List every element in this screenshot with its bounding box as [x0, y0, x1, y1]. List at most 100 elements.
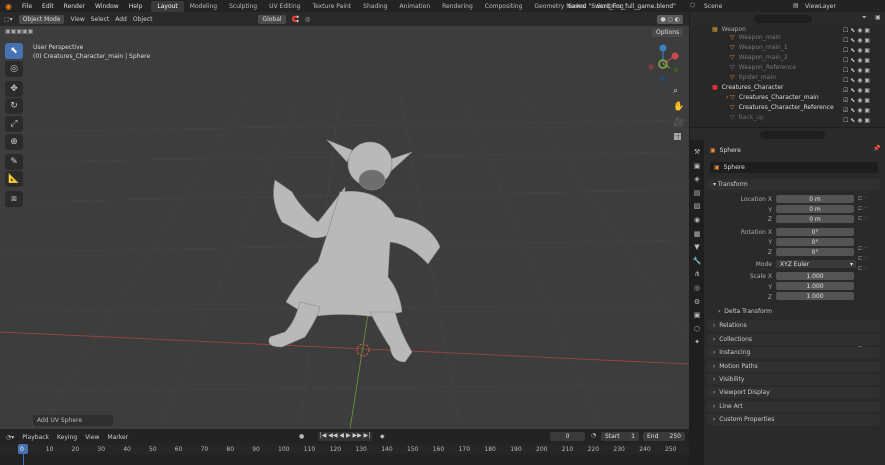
tab-shading[interactable]: Shading: [357, 1, 393, 12]
camera-icon[interactable]: 🎥: [673, 118, 684, 128]
transform-panel-header[interactable]: ▾ Transform: [707, 179, 880, 190]
menu-object[interactable]: Object: [133, 16, 153, 23]
scale-tool-icon[interactable]: ⤢: [5, 116, 23, 132]
frame-tick-label: 240: [639, 446, 651, 453]
motion-paths-panel-header[interactable]: › Motion Paths: [707, 361, 880, 372]
move-tool-icon[interactable]: ✥: [5, 81, 23, 97]
pin-icon[interactable]: 📌: [873, 145, 880, 152]
scene-name[interactable]: Scene: [704, 3, 722, 10]
menu-render[interactable]: Render: [59, 3, 90, 10]
visibility-panel-header[interactable]: › Visibility: [707, 374, 880, 385]
snap-icon[interactable]: 🧲: [292, 16, 299, 23]
menu-edit[interactable]: Edit: [37, 3, 59, 10]
timeline-view-menu[interactable]: View: [85, 434, 99, 441]
measure-tool-icon[interactable]: 📐: [5, 171, 23, 187]
properties-search-input[interactable]: [760, 131, 825, 139]
keying-menu[interactable]: Keying: [57, 434, 77, 441]
new-collection-icon[interactable]: ▣: [875, 14, 881, 21]
location-x-field[interactable]: 0 m: [776, 195, 854, 203]
scale-y-field[interactable]: 1.000: [776, 282, 854, 290]
visibility-eye-icon[interactable]: ☐ ⬉ ◉ ▣ ☐ ⬉ ◉ ▣ ☐ ⬉ ◉ ▣ ☐ ⬉ ◉ ▣ ☐ ⬉ ◉ ▣ …: [843, 26, 870, 126]
rotation-x-field[interactable]: 0°: [776, 228, 854, 236]
location-z-field[interactable]: 0 m: [776, 215, 854, 223]
custom-properties-panel-header[interactable]: › Custom Properties: [707, 414, 880, 425]
tab-modeling[interactable]: Modeling: [184, 1, 223, 12]
rotation-z-field[interactable]: 0°: [776, 248, 854, 256]
tab-sculpting[interactable]: Sculpting: [223, 1, 263, 12]
navigation-gizmo: [648, 44, 679, 82]
blender-logo-icon[interactable]: ◉: [5, 2, 12, 11]
transform-orientation-select[interactable]: Global: [258, 14, 286, 24]
annotate-tool-icon[interactable]: ✎: [5, 154, 23, 170]
collections-panel-header[interactable]: › Collections: [707, 334, 880, 345]
proportional-edit-icon[interactable]: ◎: [305, 16, 310, 23]
start-frame-field[interactable]: Start 1: [601, 432, 639, 441]
menu-help[interactable]: Help: [124, 3, 148, 10]
mode-select[interactable]: Object Mode: [18, 14, 65, 24]
scale-x-field[interactable]: 1.000: [776, 272, 854, 280]
frame-tick-label: 40: [123, 446, 131, 453]
menu-view[interactable]: View: [70, 16, 84, 23]
select-mode-buttons[interactable]: ▣▣▣▣▣: [5, 28, 33, 35]
frame-ticks: 0 10 20 30 40 50 60 70 80 90 100 110 120 130 140 150 160…: [0, 445, 689, 454]
rotation-y-field[interactable]: 0°: [776, 238, 854, 246]
transform-tool-icon[interactable]: ⊕: [5, 134, 23, 150]
frame-tick-label: 210: [561, 446, 574, 453]
record-button[interactable]: ●: [299, 433, 304, 440]
playback-menu[interactable]: Playback: [22, 434, 49, 441]
rotate-tool-icon[interactable]: ↻: [5, 98, 23, 114]
viewport-display-panel-header[interactable]: › Viewport Display: [707, 387, 880, 398]
rotation-mode-select[interactable]: XYZ Euler ▾: [776, 260, 856, 268]
line-art-panel-header[interactable]: › Line Art: [707, 401, 880, 412]
marker-menu[interactable]: Marker: [107, 434, 128, 441]
frame-tick-label: 20: [71, 446, 80, 453]
frame-tick-label: 120: [329, 446, 342, 453]
frame-tick-label: 100: [278, 446, 290, 453]
scale-z-label: Z: [767, 294, 772, 301]
view-layer-name[interactable]: ViewLayer: [805, 3, 836, 10]
tab-compositing[interactable]: Compositing: [479, 1, 529, 12]
menu-add[interactable]: Add: [115, 16, 127, 23]
preview-range-icon[interactable]: ◔: [591, 432, 596, 439]
current-frame-field[interactable]: 0: [550, 432, 585, 441]
location-y-label: Y: [768, 207, 772, 214]
location-y-field[interactable]: 0 m: [776, 205, 854, 213]
timeline-editor-icon[interactable]: ◔▾: [6, 434, 14, 441]
menu-window[interactable]: Window: [90, 3, 124, 10]
tab-texture-paint[interactable]: Texture Paint: [306, 1, 357, 12]
filter-icon[interactable]: ⏷: [862, 14, 867, 22]
end-frame-field[interactable]: End 250: [643, 432, 685, 441]
zoom-icon[interactable]: ⌕: [673, 86, 678, 96]
add-cube-tool-icon[interactable]: ⧈: [5, 191, 23, 207]
view-layer-icon[interactable]: ▤: [793, 2, 799, 9]
cursor-tool-icon[interactable]: ◎: [5, 61, 23, 77]
options-button[interactable]: Options: [652, 28, 684, 37]
object-name-field[interactable]: ▣ Sphere: [710, 145, 870, 155]
delta-transform-header[interactable]: › Delta Transform: [718, 308, 772, 315]
tab-animation[interactable]: Animation: [394, 1, 437, 12]
properties-tabs[interactable]: ⚒ ▣ ◈ ▤ ▨ ◉ ▦ ▼ 🔧 ⋔ ◎ ⚙ ▣ ⬡ ✦: [690, 140, 704, 465]
autokey-icon[interactable]: ◆: [380, 433, 385, 440]
tab-uv-editing[interactable]: UV Editing: [263, 1, 306, 12]
outliner-search-input[interactable]: [754, 15, 812, 23]
ortho-toggle-icon[interactable]: ▦: [673, 132, 682, 142]
pan-icon[interactable]: ✋: [673, 102, 684, 112]
playback-controls[interactable]: |◀ ◀◀ ◀ ▶ ▶▶ ▶|: [318, 432, 372, 441]
3d-viewport[interactable]: [0, 12, 689, 429]
tab-rendering[interactable]: Rendering: [436, 1, 479, 12]
frame-tick-label: 90: [252, 446, 260, 453]
shading-solid-icon[interactable]: ● ○ ◐: [657, 14, 683, 24]
menu-select[interactable]: Select: [91, 16, 110, 23]
tab-layout[interactable]: Layout: [151, 0, 184, 12]
editor-type-icon[interactable]: ⬚▾: [4, 16, 13, 23]
scale-z-field[interactable]: 1.000: [776, 292, 854, 300]
select-box-tool-icon[interactable]: ⬉: [5, 43, 23, 59]
scene-icon[interactable]: ⬡: [690, 2, 695, 9]
menu-file[interactable]: File: [17, 3, 37, 10]
last-operator-panel[interactable]: Add UV Sphere: [33, 415, 113, 426]
rotation-mode-label: Mode: [755, 261, 772, 268]
instancing-panel-header[interactable]: › Instancing: [707, 347, 880, 358]
playhead-line: [23, 454, 24, 465]
data-name-field[interactable]: ▣ Sphere: [710, 162, 878, 173]
relations-panel-header[interactable]: › Relations: [707, 320, 880, 331]
